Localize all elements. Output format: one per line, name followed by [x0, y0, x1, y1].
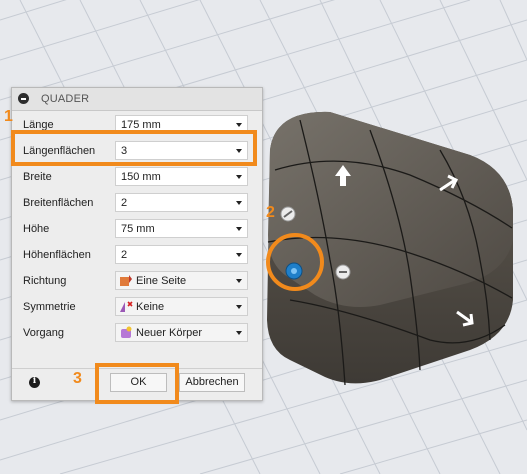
dialog-title: QUADER	[41, 93, 90, 105]
chevron-down-icon[interactable]	[236, 253, 242, 257]
row-richtung: Richtung Eine Seite	[12, 269, 262, 295]
collapse-icon[interactable]	[18, 93, 29, 104]
symmetry-none-icon	[120, 301, 133, 312]
field-label: Vorgang	[23, 327, 64, 339]
field-label: Richtung	[23, 275, 67, 287]
cancel-button[interactable]: Abbrechen	[179, 373, 245, 392]
field-value: 2	[121, 197, 128, 209]
symmetrie-select[interactable]: Keine	[115, 297, 248, 316]
info-icon[interactable]	[29, 376, 40, 388]
row-hoehenflaechen: Höhenflächen 2	[12, 243, 262, 269]
chevron-down-icon[interactable]	[236, 305, 242, 309]
field-label: Breitenflächen	[23, 197, 94, 209]
hoehenflaechen-input[interactable]: 2	[115, 245, 248, 264]
direction-one-side-icon	[120, 275, 132, 286]
field-value: Keine	[136, 301, 165, 313]
chevron-down-icon[interactable]	[236, 227, 242, 231]
highlight-box-1	[11, 130, 257, 166]
hoehe-input[interactable]: 75 mm	[115, 219, 248, 238]
chevron-down-icon[interactable]	[236, 123, 242, 127]
richtung-select[interactable]: Eine Seite	[115, 271, 248, 290]
field-value: Eine Seite	[136, 275, 187, 287]
row-breitenflaechen: Breitenflächen 2	[12, 191, 262, 217]
field-value: 75 mm	[121, 223, 155, 235]
new-body-icon	[121, 326, 132, 338]
step-marker-3: 3	[73, 370, 82, 387]
breitenflaechen-input[interactable]: 2	[115, 193, 248, 212]
field-value: Neuer Körper	[136, 327, 203, 339]
vorgang-select[interactable]: Neuer Körper	[115, 323, 248, 342]
row-symmetrie: Symmetrie Keine	[12, 295, 262, 321]
field-label: Breite	[23, 171, 52, 183]
field-label: Höhenflächen	[23, 249, 91, 261]
chevron-down-icon[interactable]	[236, 331, 242, 335]
step-marker-2: 2	[266, 204, 275, 221]
field-label: Symmetrie	[23, 301, 76, 313]
field-value: 2	[121, 249, 128, 261]
field-label: Höhe	[23, 223, 50, 235]
manipulator-rotate-handle-1[interactable]	[280, 206, 296, 222]
breite-input[interactable]: 150 mm	[115, 167, 248, 186]
step-marker-1: 1	[4, 108, 13, 125]
dialog-header: QUADER	[12, 88, 262, 111]
chevron-down-icon[interactable]	[236, 175, 242, 179]
highlight-box-3	[95, 363, 179, 404]
row-hoehe: Höhe 75 mm	[12, 217, 262, 243]
center-point-handle[interactable]	[285, 262, 303, 280]
manipulator-rotate-handle-2[interactable]	[335, 264, 351, 280]
row-breite: Breite 150 mm	[12, 165, 262, 191]
row-vorgang: Vorgang Neuer Körper	[12, 321, 262, 347]
chevron-down-icon[interactable]	[236, 201, 242, 205]
chevron-down-icon[interactable]	[236, 279, 242, 283]
field-value: 150 mm	[121, 171, 161, 183]
